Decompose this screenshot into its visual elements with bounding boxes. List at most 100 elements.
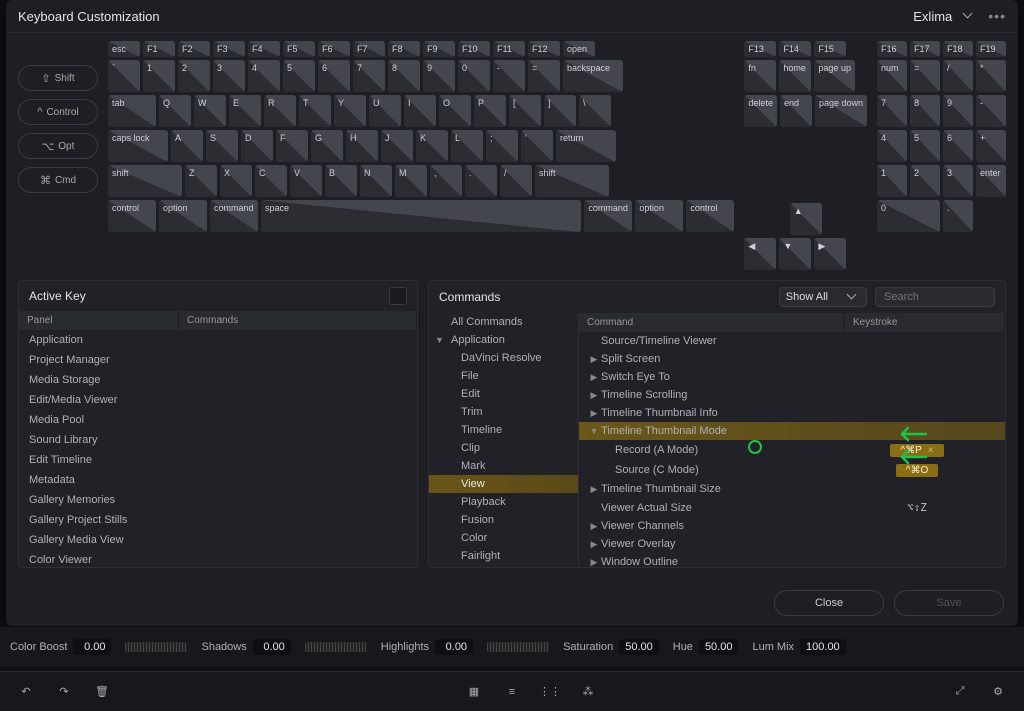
- key-f14[interactable]: F14: [779, 41, 811, 57]
- key-1[interactable]: 1: [143, 60, 175, 92]
- sliders-icon[interactable]: ⋮⋮: [540, 682, 560, 702]
- bars-icon[interactable]: ≡: [502, 682, 522, 702]
- key-7[interactable]: 7: [353, 60, 385, 92]
- active-key-item[interactable]: Gallery Media View: [19, 530, 417, 550]
- tree-item[interactable]: All Commands: [429, 313, 578, 331]
- key-0[interactable]: 0: [877, 200, 940, 232]
- key-[interactable]: +: [976, 130, 1006, 162]
- active-key-item[interactable]: Sound Library: [19, 430, 417, 450]
- key-[interactable]: ;: [486, 130, 518, 162]
- key-l[interactable]: L: [451, 130, 483, 162]
- command-row[interactable]: ▶Timeline Thumbnail Info: [579, 404, 1005, 422]
- key-[interactable]: ▼: [779, 238, 811, 270]
- track-icon[interactable]: [125, 642, 187, 652]
- key-3[interactable]: 3: [213, 60, 245, 92]
- key-f2[interactable]: F2: [178, 41, 210, 57]
- active-key-item[interactable]: Application: [19, 330, 417, 350]
- key-0[interactable]: 0: [458, 60, 490, 92]
- tree-item[interactable]: DaVinci Resolve: [429, 349, 578, 367]
- key-c[interactable]: C: [255, 165, 287, 197]
- key-8[interactable]: 8: [388, 60, 420, 92]
- key-f4[interactable]: F4: [248, 41, 280, 57]
- opt-modifier-button[interactable]: ⌥Opt: [18, 133, 98, 159]
- key-k[interactable]: K: [416, 130, 448, 162]
- key-esc[interactable]: esc: [108, 41, 140, 57]
- node-icon[interactable]: ▦: [464, 682, 484, 702]
- key-[interactable]: `: [108, 60, 140, 92]
- key-f9[interactable]: F9: [423, 41, 455, 57]
- key-tab[interactable]: tab: [108, 95, 156, 127]
- key-[interactable]: ▶: [814, 238, 846, 270]
- key-h[interactable]: H: [346, 130, 378, 162]
- key-f5[interactable]: F5: [283, 41, 315, 57]
- key-[interactable]: .: [943, 200, 973, 232]
- key-f6[interactable]: F6: [318, 41, 350, 57]
- control-modifier-button[interactable]: ^Control: [18, 99, 98, 125]
- key-g[interactable]: G: [311, 130, 343, 162]
- key-option[interactable]: option: [159, 200, 207, 232]
- key-[interactable]: .: [465, 165, 497, 197]
- key-3[interactable]: 3: [943, 165, 973, 197]
- key-shift[interactable]: shift: [535, 165, 609, 197]
- tree-item[interactable]: File: [429, 367, 578, 385]
- tree-item[interactable]: Edit: [429, 385, 578, 403]
- key-5[interactable]: 5: [910, 130, 940, 162]
- tree-item[interactable]: Timeline: [429, 421, 578, 439]
- key-open[interactable]: open: [563, 41, 595, 57]
- active-key-list[interactable]: ApplicationProject ManagerMedia StorageE…: [19, 330, 417, 567]
- key-f3[interactable]: F3: [213, 41, 245, 57]
- saturation-value[interactable]: 50.00: [619, 639, 659, 655]
- key-i[interactable]: I: [404, 95, 436, 127]
- key-w[interactable]: W: [194, 95, 226, 127]
- key-f[interactable]: F: [276, 130, 308, 162]
- command-row[interactable]: Source (C Mode)^⌘O: [579, 460, 1005, 480]
- key-pagedown[interactable]: page down: [815, 95, 867, 127]
- command-row[interactable]: ▶Window Outline: [579, 553, 1005, 567]
- key-[interactable]: \: [579, 95, 611, 127]
- key-2[interactable]: 2: [910, 165, 940, 197]
- key-s[interactable]: S: [206, 130, 238, 162]
- key-f12[interactable]: F12: [528, 41, 560, 57]
- search-input[interactable]: [875, 287, 995, 307]
- hue-value[interactable]: 50.00: [699, 639, 739, 655]
- highlights-value[interactable]: 0.00: [435, 639, 473, 655]
- key-y[interactable]: Y: [334, 95, 366, 127]
- key-6[interactable]: 6: [943, 130, 973, 162]
- tree-item[interactable]: ▼Application: [429, 331, 578, 349]
- command-row[interactable]: ▼Timeline Thumbnail Mode: [579, 422, 1005, 440]
- key-z[interactable]: Z: [185, 165, 217, 197]
- key-m[interactable]: M: [395, 165, 427, 197]
- key-[interactable]: =: [910, 60, 940, 92]
- active-key-item[interactable]: Edit Timeline: [19, 450, 417, 470]
- preset-chevron-icon[interactable]: [964, 10, 976, 22]
- key-num[interactable]: num: [877, 60, 907, 92]
- track-icon[interactable]: [305, 642, 367, 652]
- active-key-checkbox[interactable]: [389, 287, 407, 305]
- key-9[interactable]: 9: [423, 60, 455, 92]
- key-control[interactable]: control: [686, 200, 734, 232]
- command-list[interactable]: Source/Timeline Viewer▶Split Screen▶Swit…: [579, 332, 1005, 567]
- key-f11[interactable]: F11: [493, 41, 525, 57]
- key-4[interactable]: 4: [877, 130, 907, 162]
- cmd-modifier-button[interactable]: ⌘Cmd: [18, 167, 98, 193]
- key-f10[interactable]: F10: [458, 41, 490, 57]
- shadows-value[interactable]: 0.00: [253, 639, 291, 655]
- key-f1[interactable]: F1: [143, 41, 175, 57]
- command-row[interactable]: ▶Switch Eye To: [579, 368, 1005, 386]
- save-button[interactable]: Save: [894, 590, 1004, 616]
- tree-item[interactable]: Trim: [429, 403, 578, 421]
- command-row[interactable]: Record (A Mode)^⌘P×: [579, 440, 1005, 460]
- active-key-item[interactable]: Media Storage: [19, 370, 417, 390]
- key-q[interactable]: Q: [159, 95, 191, 127]
- more-icon[interactable]: •••: [988, 8, 1006, 24]
- key-control[interactable]: control: [108, 200, 156, 232]
- command-row[interactable]: ▶Viewer Overlay: [579, 535, 1005, 553]
- key-d[interactable]: D: [241, 130, 273, 162]
- tree-item[interactable]: Playback: [429, 493, 578, 511]
- key-capslock[interactable]: caps lock: [108, 130, 168, 162]
- command-row[interactable]: ▶Timeline Scrolling: [579, 386, 1005, 404]
- key-5[interactable]: 5: [283, 60, 315, 92]
- key-f19[interactable]: F19: [976, 41, 1006, 57]
- key-option[interactable]: option: [635, 200, 683, 232]
- command-row[interactable]: Viewer Actual Size⌥⇧Z: [579, 498, 1005, 517]
